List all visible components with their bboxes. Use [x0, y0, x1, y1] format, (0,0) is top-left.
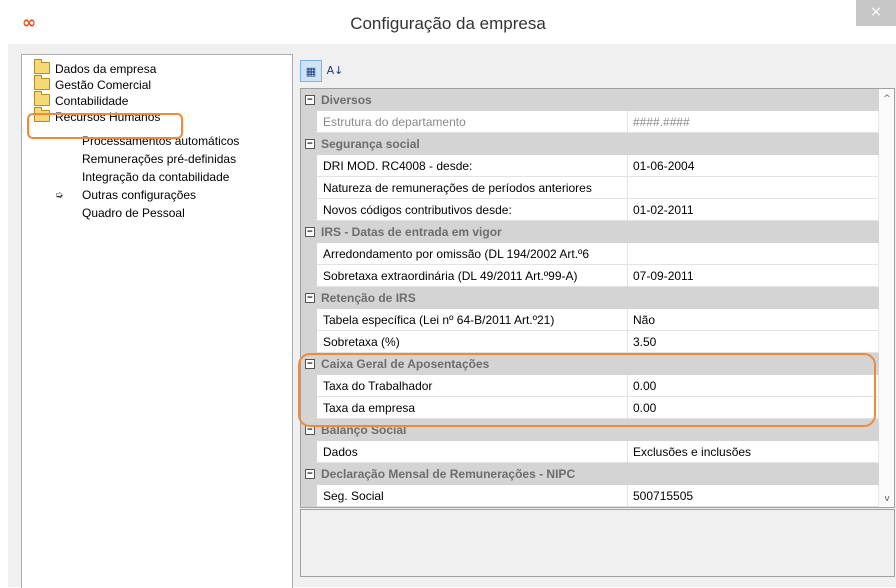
column-divider[interactable]	[627, 243, 628, 265]
tree-item-label: Outras configurações	[82, 188, 197, 202]
property-name: Sobretaxa (%)	[323, 335, 400, 349]
property-grid: Estrutura do departamento ####.#### DRI MO…	[300, 88, 895, 508]
property-name: Natureza de remunerações de períodos ant…	[323, 181, 592, 195]
description-panel	[300, 509, 895, 577]
category-label: Retenção de IRS	[321, 291, 416, 305]
column-divider[interactable]	[627, 177, 628, 199]
tree-item[interactable]: Integração da contabilidade	[22, 169, 229, 185]
collapse-icon[interactable]: −	[305, 227, 315, 237]
scroll-down-icon[interactable]: v	[879, 491, 894, 507]
property-row[interactable]: Seg. Social 500715505	[301, 485, 879, 507]
property-toolbar: ▦ A↓	[300, 60, 380, 84]
column-divider[interactable]	[627, 155, 628, 177]
property-name: Dados	[323, 445, 358, 459]
category-label: Declaração Mensal de Remunerações - NIPC	[321, 467, 576, 481]
categorized-view-button[interactable]: ▦	[300, 60, 322, 82]
category-row[interactable]: − Retenção de IRS	[301, 287, 879, 309]
property-row[interactable]: Dados Exclusões e inclusões	[301, 441, 879, 463]
tree-item[interactable]: Dados da empresa	[34, 59, 157, 77]
collapse-icon[interactable]: −	[305, 293, 315, 303]
vertical-scrollbar[interactable]: ^ v	[878, 89, 894, 507]
property-value[interactable]: 01-02-2011	[633, 199, 873, 221]
tree-item-label: Contabilidade	[55, 94, 129, 108]
highlight-annotation-tree	[27, 113, 183, 139]
folder-icon	[34, 91, 50, 106]
property-row[interactable]: DRI MOD. RC4008 - desde: 01-06-2004	[301, 155, 879, 177]
tree-item-label: Integração da contabilidade	[82, 170, 230, 184]
category-row[interactable]: − Declaração Mensal de Remunerações - NIP…	[301, 463, 879, 485]
sort-az-icon: A↓	[326, 64, 344, 77]
collapse-icon[interactable]: −	[305, 139, 315, 149]
column-divider[interactable]	[627, 199, 628, 221]
property-row[interactable]: Sobretaxa (%) 3.50	[301, 331, 879, 353]
tree-item[interactable]: Gestão Comercial	[34, 75, 152, 93]
property-value[interactable]: Exclusões e inclusões	[633, 441, 873, 463]
property-name: Sobretaxa extraordinária (DL 49/2011 Art…	[323, 269, 578, 283]
property-row[interactable]: Estrutura do departamento ####.####	[301, 111, 879, 133]
property-value[interactable]: 01-06-2004	[633, 155, 873, 177]
scroll-up-icon[interactable]: ^	[879, 91, 894, 107]
tree-item[interactable]: Remunerações pré-definidas	[22, 151, 236, 167]
title-bar: ∞ Configuração da empresa ×	[0, 0, 896, 44]
property-value[interactable]: 500715505	[633, 485, 873, 507]
folder-icon	[34, 59, 50, 74]
column-divider[interactable]	[627, 441, 628, 463]
tree-item[interactable]: ➭ Outras configurações	[22, 187, 196, 203]
property-name: Novos códigos contributivos desde:	[323, 203, 512, 217]
tree-item-label: Remunerações pré-definidas	[82, 152, 237, 166]
property-row[interactable]: Natureza de remunerações de períodos ant…	[301, 177, 879, 199]
category-label: IRS - Datas de entrada em vigor	[321, 225, 502, 239]
alphabetical-sort-button[interactable]: A↓	[324, 60, 346, 82]
column-divider[interactable]	[627, 331, 628, 353]
category-label: Segurança social	[321, 137, 420, 151]
property-value[interactable]: ####.####	[633, 111, 873, 133]
tree-item[interactable]: Quadro de Pessoal	[22, 205, 185, 221]
property-name: Tabela específica (Lei nº 64-B/2011 Art.…	[323, 313, 555, 327]
collapse-icon[interactable]: −	[305, 469, 315, 479]
current-arrow-icon: ➭	[55, 190, 64, 201]
property-row[interactable]: Arredondamento por omissão (DL 194/2002 …	[301, 243, 879, 265]
property-name: Arredondamento por omissão (DL 194/2002 …	[323, 247, 590, 261]
property-name: Seg. Social	[323, 489, 384, 503]
column-divider[interactable]	[627, 111, 628, 133]
tree-item[interactable]: Contabilidade	[34, 91, 129, 109]
category-row[interactable]: − Segurança social	[301, 133, 879, 155]
column-divider[interactable]	[627, 485, 628, 507]
property-name: DRI MOD. RC4008 - desde:	[323, 159, 473, 173]
column-divider[interactable]	[627, 265, 628, 287]
property-value[interactable]: Não	[633, 309, 873, 331]
category-row[interactable]: − IRS - Datas de entrada em vigor	[301, 221, 879, 243]
categorized-icon: ▦	[305, 65, 317, 78]
window-title: Configuração da empresa	[350, 14, 546, 33]
collapse-icon[interactable]: −	[305, 95, 315, 105]
property-name: Estrutura do departamento	[323, 115, 466, 129]
property-value[interactable]: 3.50	[633, 331, 873, 353]
folder-icon	[34, 75, 50, 90]
close-button[interactable]: ×	[856, 0, 896, 26]
column-divider[interactable]	[627, 309, 628, 331]
category-row[interactable]: − Diversos	[301, 89, 879, 111]
property-row[interactable]: Sobretaxa extraordinária (DL 49/2011 Art…	[301, 265, 879, 287]
property-row[interactable]: Novos códigos contributivos desde: 01-02-…	[301, 199, 879, 221]
highlight-annotation-grid	[298, 353, 876, 427]
tree-item-label: Gestão Comercial	[55, 78, 152, 92]
property-value[interactable]: 07-09-2011	[633, 265, 873, 287]
property-row[interactable]: Tabela específica (Lei nº 64-B/2011 Art.…	[301, 309, 879, 331]
category-label: Diversos	[321, 93, 372, 107]
tree-item-label: Dados da empresa	[55, 62, 157, 76]
tree-item-label: Quadro de Pessoal	[82, 206, 185, 220]
